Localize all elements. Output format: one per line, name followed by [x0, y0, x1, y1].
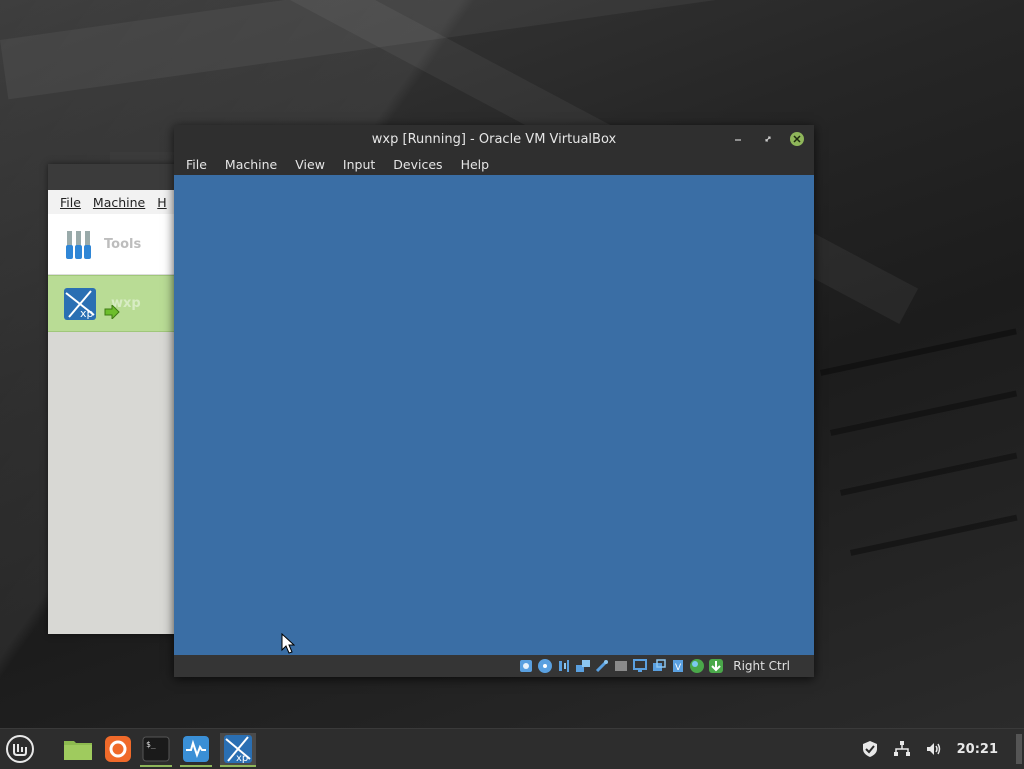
- manager-tools-item[interactable]: Tools: [48, 214, 178, 275]
- close-button[interactable]: [790, 132, 804, 146]
- vm-menu-input[interactable]: Input: [343, 157, 375, 172]
- volume-icon[interactable]: [925, 740, 943, 758]
- terminal-icon: $_: [142, 736, 170, 762]
- optical-drive-icon[interactable]: [537, 658, 553, 674]
- shared-folders-icon[interactable]: [613, 658, 629, 674]
- taskbar-vm-window[interactable]: xp: [220, 733, 256, 767]
- system-monitor-launcher[interactable]: [180, 733, 212, 767]
- windows-xp-icon: xp: [224, 735, 252, 764]
- menu-button[interactable]: [4, 733, 36, 765]
- tools-label: Tools: [104, 236, 142, 252]
- mouse-cursor-icon: [281, 633, 295, 654]
- vm-window-title: wxp [Running] - Oracle VM VirtualBox: [371, 131, 617, 147]
- files-launcher[interactable]: [62, 733, 94, 765]
- tools-icon: [66, 231, 91, 259]
- terminal-launcher[interactable]: $_: [140, 733, 172, 767]
- svg-text:$_: $_: [146, 740, 156, 749]
- svg-text:xp: xp: [80, 307, 94, 320]
- vm-statusbar: V Right Ctrl: [174, 655, 814, 677]
- firefox-icon: [105, 736, 131, 762]
- windows-xp-icon: xp: [64, 287, 96, 320]
- running-arrow-icon: [104, 305, 120, 319]
- network-icon[interactable]: [893, 740, 911, 758]
- display-icon[interactable]: [632, 658, 648, 674]
- mouse-integration-icon[interactable]: [689, 658, 705, 674]
- keyboard-capture-icon[interactable]: [708, 658, 724, 674]
- folder-icon: [64, 741, 92, 760]
- network-icon[interactable]: [575, 658, 591, 674]
- cpu-icon[interactable]: V: [670, 658, 686, 674]
- manager-titlebar[interactable]: [48, 164, 178, 190]
- hard-disk-icon[interactable]: [518, 658, 534, 674]
- firefox-launcher[interactable]: [102, 733, 134, 765]
- show-desktop-button[interactable]: [1016, 734, 1022, 764]
- system-tray: 20:21: [861, 729, 1024, 769]
- vm-menu-view[interactable]: View: [295, 157, 325, 172]
- svg-text:xp: xp: [236, 753, 248, 764]
- minimize-icon: [735, 139, 741, 141]
- maximize-button[interactable]: [760, 131, 776, 147]
- clock[interactable]: 20:21: [957, 742, 998, 757]
- close-icon: [793, 135, 801, 143]
- vm-titlebar[interactable]: wxp [Running] - Oracle VM VirtualBox: [174, 125, 814, 153]
- minimize-button[interactable]: [730, 131, 746, 147]
- virtualbox-manager-window[interactable]: File Machine H Tools xp wxp: [48, 164, 178, 634]
- vm-menu-machine[interactable]: Machine: [225, 157, 277, 172]
- vm-menubar: File Machine View Input Devices Help: [174, 153, 814, 176]
- restore-icon: [765, 136, 771, 142]
- linux-mint-icon: [6, 735, 34, 763]
- vm-menu-devices[interactable]: Devices: [393, 157, 442, 172]
- manager-menubar: File Machine H: [48, 190, 178, 214]
- system-monitor-icon: [183, 736, 209, 762]
- audio-icon[interactable]: [556, 658, 572, 674]
- vm-window[interactable]: wxp [Running] - Oracle VM VirtualBox Fil…: [174, 125, 814, 677]
- vm-list-item-wxp[interactable]: xp wxp: [48, 275, 178, 332]
- usb-icon[interactable]: [594, 658, 610, 674]
- recording-icon[interactable]: [651, 658, 667, 674]
- vm-menu-file[interactable]: File: [186, 157, 207, 172]
- taskbar: $_ xp 20:21: [0, 728, 1024, 769]
- vm-menu-help[interactable]: Help: [461, 157, 490, 172]
- manager-menu-machine[interactable]: Machine: [93, 195, 145, 210]
- manager-menu-file[interactable]: File: [60, 195, 81, 210]
- host-key-label: Right Ctrl: [733, 659, 790, 673]
- manager-menu-help[interactable]: H: [157, 195, 166, 210]
- vm-guest-screen[interactable]: [174, 175, 814, 655]
- svg-text:V: V: [675, 663, 682, 673]
- shield-icon[interactable]: [861, 740, 879, 758]
